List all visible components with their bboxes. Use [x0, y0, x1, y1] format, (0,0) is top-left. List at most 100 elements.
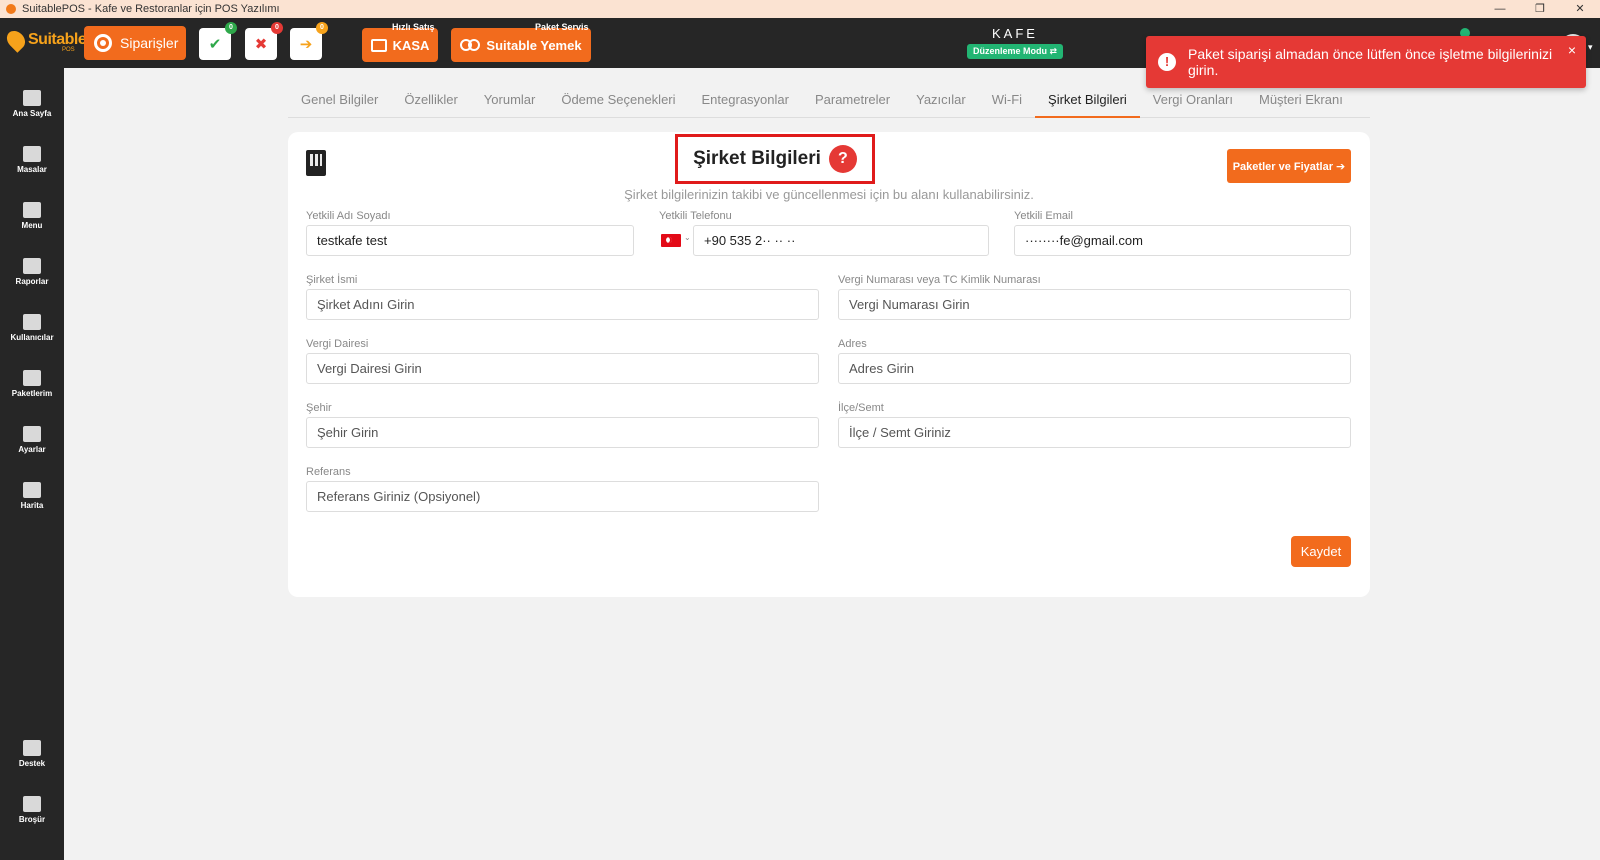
page-subtitle: Şirket bilgilerinizin takibi ve güncelle… [624, 187, 1034, 202]
tab-sirket-bilgileri[interactable]: Şirket Bilgileri [1035, 86, 1140, 118]
sidebar-item-label: Destek [18, 759, 46, 768]
orders-label: Siparişler [120, 35, 179, 51]
sidebar-item-destek[interactable]: Destek [0, 740, 64, 768]
turkey-flag-icon[interactable] [661, 234, 681, 247]
contact-email-field[interactable]: ········fe@gmail.com [1014, 225, 1351, 256]
table-icon [23, 146, 41, 162]
yemek-caption: Paket Servis [535, 22, 589, 32]
sidebar-item-raporlar[interactable]: Raporlar [0, 258, 64, 286]
packages-prices-button[interactable]: Paketler ve Fiyatlar ➔ [1227, 149, 1351, 183]
page-title-text: Şirket Bilgileri [693, 148, 821, 169]
sidebar-item-ana-sayfa[interactable]: Ana Sayfa [0, 90, 64, 118]
kasa-button[interactable]: Hızlı Satış KASA [362, 22, 438, 62]
x-icon: ✖ [254, 36, 268, 53]
sidebar-item-label: Kullanıcılar [10, 333, 54, 342]
home-icon [23, 90, 41, 106]
rejected-count-badge: 0 [271, 22, 283, 34]
help-icon[interactable]: ? [828, 145, 857, 173]
tab-musteri-ekrani[interactable]: Müşteri Ekranı [1246, 86, 1356, 118]
approve-count-badge: 0 [225, 22, 237, 34]
company-info-card: Şirket Bilgileri ? Şirket bilgilerinizin… [288, 132, 1370, 597]
chat-icon [23, 740, 41, 756]
sidebar-item-brosur[interactable]: Broşür [0, 796, 64, 824]
users-icon [23, 314, 41, 330]
error-toast: ! Paket siparişi almadan önce lütfen önc… [1146, 36, 1586, 88]
close-window-button[interactable]: ✕ [1560, 0, 1600, 18]
sidebar-item-masalar[interactable]: Masalar [0, 146, 64, 174]
suitable-yemek-button[interactable]: Paket Servis Suitable Yemek [451, 22, 591, 62]
forwarded-orders-button[interactable]: ➔ 0 [290, 22, 328, 60]
tax-number-field[interactable]: Vergi Numarası Girin [838, 289, 1351, 320]
company-name-field[interactable]: Şirket Adını Girin [306, 289, 819, 320]
sidebar-item-label: Paketlerim [11, 389, 53, 398]
edit-mode-toggle[interactable]: Düzenleme Modu ⇄ [966, 44, 1064, 59]
company-name-label: Şirket İsmi [306, 274, 358, 286]
yemek-label: Suitable Yemek [486, 37, 582, 53]
sidebar-item-harita[interactable]: Harita [0, 482, 64, 510]
gear-icon [94, 34, 112, 52]
tab-entegrasyonlar[interactable]: Entegrasyonlar [689, 86, 802, 118]
approve-orders-button[interactable]: ✔ 0 [199, 22, 237, 60]
contact-phone-label: Yetkili Telefonu [659, 210, 732, 222]
window-title: SuitablePOS - Kafe ve Restoranlar için P… [22, 3, 280, 15]
venue-name: KAFE [992, 26, 1038, 41]
restore-button[interactable]: ❐ [1520, 0, 1560, 18]
tab-genel-bilgiler[interactable]: Genel Bilgiler [288, 86, 391, 118]
save-button[interactable]: Kaydet [1291, 536, 1351, 567]
tab-ozellikler[interactable]: Özellikler [391, 86, 470, 118]
chevron-down-icon[interactable]: ⌄ [684, 233, 691, 242]
tab-odeme-secenekleri[interactable]: Ödeme Seçenekleri [548, 86, 688, 118]
city-label: Şehir [306, 402, 332, 414]
tax-office-field[interactable]: Vergi Dairesi Girin [306, 353, 819, 384]
cash-register-icon [370, 38, 387, 52]
venue-block: KAFE Düzenleme Modu ⇄ [960, 26, 1070, 59]
logo[interactable]: Suitable POS [3, 27, 87, 53]
page-title: Şirket Bilgileri ? [675, 134, 875, 184]
sidebar-item-label: Raporlar [15, 277, 49, 286]
sidebar-item-label: Harita [20, 501, 44, 510]
sidebar-item-label: Ayarlar [18, 445, 46, 454]
sidebar: Ana Sayfa Masalar Menu Raporlar Kullanıc… [0, 68, 64, 860]
alert-icon: ! [1158, 53, 1176, 71]
kasa-caption: Hızlı Satış [392, 22, 435, 32]
report-icon [23, 258, 41, 274]
tab-parametreler[interactable]: Parametreler [802, 86, 903, 118]
contact-name-field[interactable]: testkafe test [306, 225, 634, 256]
brochure-icon [23, 796, 41, 812]
tab-yorumlar[interactable]: Yorumlar [471, 86, 549, 118]
chevron-down-icon[interactable]: ▾ [1588, 42, 1593, 53]
minimize-button[interactable]: — [1480, 0, 1520, 18]
district-label: İlçe/Semt [838, 402, 884, 414]
close-icon[interactable]: × [1568, 42, 1576, 58]
reference-field[interactable]: Referans Giriniz (Opsiyonel) [306, 481, 819, 512]
district-field[interactable]: İlçe / Semt Giriniz [838, 417, 1351, 448]
reference-label: Referans [306, 466, 351, 478]
contact-phone-field[interactable]: +90 535 2·· ·· ·· [693, 225, 989, 256]
logo-subtext: POS [62, 47, 75, 53]
orders-button[interactable]: Siparişler [84, 26, 186, 60]
tab-yazicilar[interactable]: Yazıcılar [903, 86, 979, 118]
check-icon: ✔ [208, 36, 222, 53]
sidebar-item-label: Ana Sayfa [12, 109, 52, 118]
kasa-label: KASA [392, 37, 430, 53]
utensils-icon [23, 202, 41, 218]
address-field[interactable]: Adres Girin [838, 353, 1351, 384]
sidebar-item-label: Masalar [17, 165, 47, 174]
sidebar-item-label: Broşür [18, 815, 46, 824]
toast-message: Paket siparişi almadan önce lütfen önce … [1187, 46, 1553, 78]
sidebar-item-kullanicilar[interactable]: Kullanıcılar [0, 314, 64, 342]
sidebar-item-menu[interactable]: Menu [0, 202, 64, 230]
app-icon [6, 4, 16, 14]
tab-wifi[interactable]: Wi-Fi [979, 86, 1035, 118]
sidebar-item-label: Menu [21, 221, 43, 230]
rejected-orders-button[interactable]: ✖ 0 [245, 22, 283, 60]
address-label: Adres [838, 338, 867, 350]
sidebar-item-ayarlar[interactable]: Ayarlar [0, 426, 64, 454]
gears-icon [23, 426, 41, 442]
building-icon [306, 150, 326, 176]
tab-vergi-oranlari[interactable]: Vergi Oranları [1140, 86, 1246, 118]
contact-email-label: Yetkili Email [1014, 210, 1073, 222]
city-field[interactable]: Şehir Girin [306, 417, 819, 448]
arrow-right-icon: ➔ [299, 36, 313, 53]
sidebar-item-paketlerim[interactable]: Paketlerim [0, 370, 64, 398]
